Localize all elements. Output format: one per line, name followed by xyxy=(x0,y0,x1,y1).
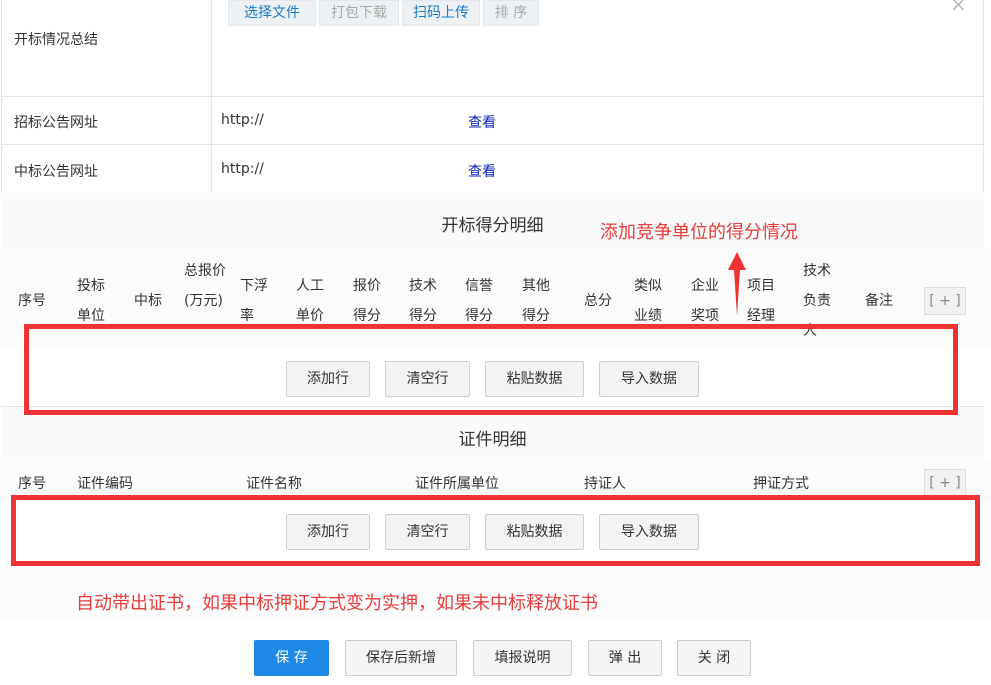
close-icon[interactable]: × xyxy=(950,0,967,16)
score-col-winner: 中标 xyxy=(134,293,162,309)
fill-instructions-button[interactable]: 填报说明 xyxy=(473,640,572,676)
score-col-price-score: 报价得分 xyxy=(353,278,381,324)
tender-notice-view-link[interactable]: 查看 xyxy=(468,112,496,132)
tender-notice-input[interactable]: http:// xyxy=(221,112,264,128)
score-col-total: 总分 xyxy=(584,293,612,309)
score-col-tech-score: 技术得分 xyxy=(409,278,437,324)
cert-add-column-button[interactable]: [ + ] xyxy=(924,469,966,497)
score-col-remark: 备注 xyxy=(865,293,893,309)
summary-label: 开标情况总结 xyxy=(14,32,98,48)
tender-notice-label: 招标公告网址 xyxy=(14,115,98,131)
score-col-other-score: 其他得分 xyxy=(522,278,550,324)
score-col-award: 企业奖项 xyxy=(691,278,719,324)
scan-upload-button[interactable]: 扫码上传 xyxy=(402,0,480,26)
score-section-title: 开标得分明细 xyxy=(441,216,544,236)
win-notice-label: 中标公告网址 xyxy=(14,164,98,180)
score-col-bidder: 投标单位 xyxy=(77,278,105,324)
score-col-similar: 类似业绩 xyxy=(634,278,662,324)
sort-button[interactable]: 排 序 xyxy=(483,0,539,26)
score-buttons-highlight-box xyxy=(24,324,958,415)
up-arrow-icon xyxy=(728,252,746,316)
cert-annotation-note: 自动带出证书，如果中标押证方式变为实押，如果未中标释放证书 xyxy=(76,593,598,614)
score-col-labor-price: 人工单价 xyxy=(296,278,324,324)
save-button[interactable]: 保 存 xyxy=(254,640,329,676)
score-add-column-button[interactable]: [ + ] xyxy=(924,287,966,315)
score-col-total-price: 总报价(万元) xyxy=(184,263,226,309)
score-annotation-note: 添加竞争单位的得分情况 xyxy=(600,222,798,243)
score-col-discount: 下浮率 xyxy=(240,278,268,324)
cert-section-title: 证件明细 xyxy=(458,430,527,450)
score-section-header: 开标得分明细 xyxy=(1,193,984,250)
pack-download-button[interactable]: 打包下载 xyxy=(319,0,399,26)
win-notice-view-link[interactable]: 查看 xyxy=(468,161,496,181)
score-col-manager: 项目经理 xyxy=(747,278,775,324)
popup-button[interactable]: 弹 出 xyxy=(588,640,662,676)
cert-buttons-highlight-box xyxy=(11,495,980,566)
choose-file-button[interactable]: 选择文件 xyxy=(228,0,316,26)
score-col-credit-score: 信誉得分 xyxy=(465,278,493,324)
win-notice-input[interactable]: http:// xyxy=(221,161,264,177)
close-button[interactable]: 关 闭 xyxy=(677,640,751,676)
save-and-new-button[interactable]: 保存后新增 xyxy=(345,640,457,676)
score-col-index: 序号 xyxy=(18,293,46,309)
